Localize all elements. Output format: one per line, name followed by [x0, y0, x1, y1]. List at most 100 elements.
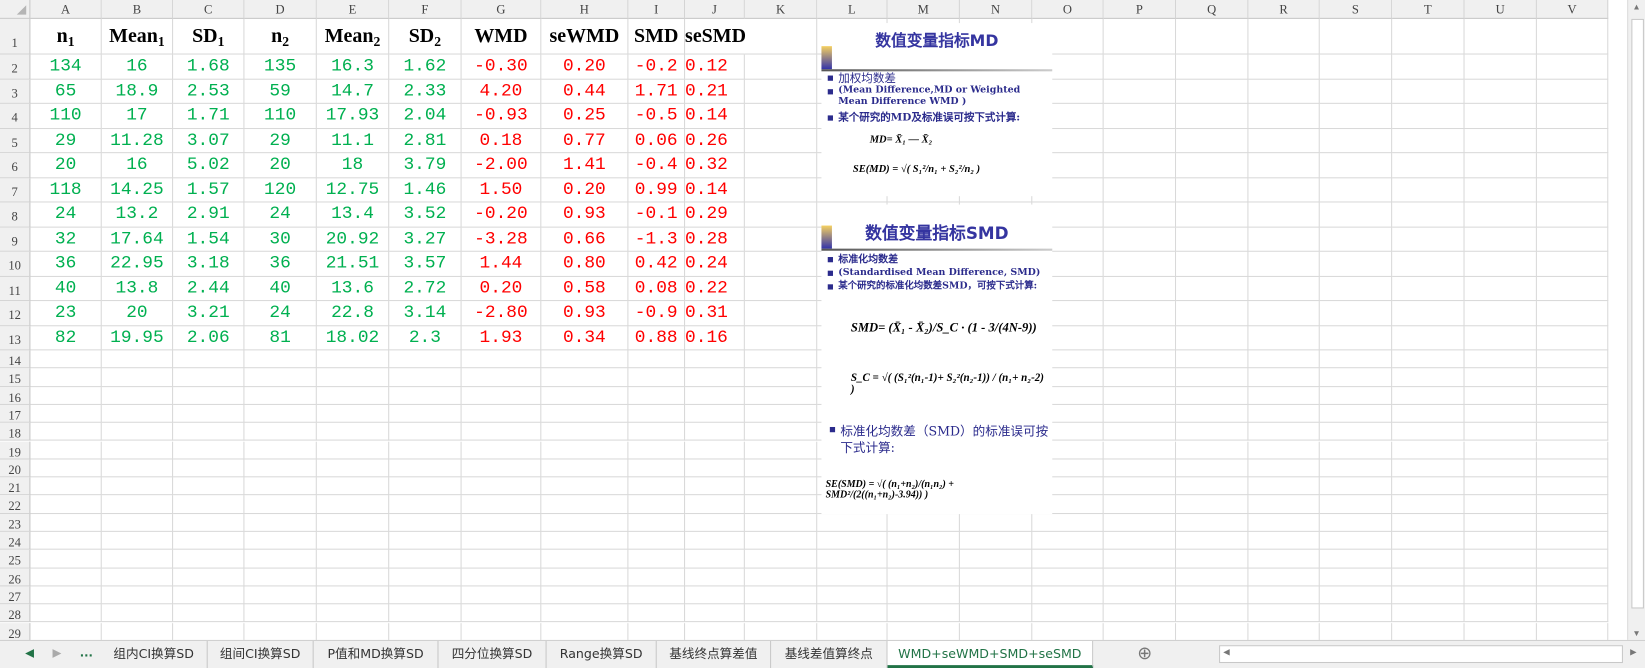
- cell-r10[interactable]: [1248, 251, 1320, 277]
- row-header-3[interactable]: 3: [0, 79, 31, 104]
- cell-m27[interactable]: [887, 586, 960, 605]
- cell-p8[interactable]: [1103, 202, 1177, 228]
- horizontal-scrollbar[interactable]: ◀ ▶: [1219, 645, 1637, 664]
- cell-n25[interactable]: [959, 550, 1033, 569]
- row-header-25[interactable]: 25: [0, 550, 31, 569]
- cell-o27[interactable]: [1032, 586, 1104, 605]
- cell-b2[interactable]: 16: [101, 54, 174, 80]
- cell-q29[interactable]: [1176, 622, 1249, 640]
- cell-p7[interactable]: [1103, 177, 1177, 203]
- cell-q2[interactable]: [1176, 54, 1249, 80]
- cell-c14[interactable]: [173, 350, 245, 369]
- cell-d27[interactable]: [244, 586, 317, 605]
- cell-s8[interactable]: [1319, 202, 1393, 228]
- cell-f7[interactable]: 1.46: [389, 177, 462, 203]
- cell-s17[interactable]: [1319, 404, 1393, 423]
- cell-u22[interactable]: [1464, 495, 1537, 514]
- cell-u11[interactable]: [1464, 276, 1537, 302]
- smd-formula-image[interactable]: 数值变量指标SMD 标准化均数差 (Standardised Mean Diff…: [821, 204, 1053, 515]
- cell-f8[interactable]: 3.52: [389, 202, 462, 228]
- cell-e8[interactable]: 13.4: [316, 202, 390, 228]
- cell-h25[interactable]: [541, 550, 629, 569]
- cell-h27[interactable]: [541, 586, 629, 605]
- cell-v1[interactable]: [1536, 18, 1609, 55]
- cell-q15[interactable]: [1176, 368, 1249, 387]
- cell-f16[interactable]: [389, 386, 462, 405]
- cell-u12[interactable]: [1464, 301, 1537, 326]
- cell-d7[interactable]: 120: [244, 177, 317, 203]
- cell-a5[interactable]: 29: [30, 128, 102, 154]
- cell-e24[interactable]: [316, 531, 390, 551]
- cell-i21[interactable]: [628, 477, 686, 496]
- row-header-10[interactable]: 10: [0, 251, 31, 277]
- cell-i9[interactable]: -1.3: [628, 227, 686, 252]
- sheet-tab[interactable]: 基线差值算终点: [771, 641, 888, 668]
- cell-p26[interactable]: [1103, 568, 1177, 587]
- cell-g11[interactable]: 0.20: [461, 276, 542, 302]
- cell-j15[interactable]: [685, 368, 745, 387]
- cell-j28[interactable]: [685, 604, 745, 623]
- cell-c29[interactable]: [173, 622, 245, 640]
- cell-b26[interactable]: [101, 568, 174, 587]
- cell-o24[interactable]: [1032, 531, 1104, 551]
- cell-i14[interactable]: [628, 350, 686, 369]
- cell-e9[interactable]: 20.92: [316, 227, 390, 252]
- cell-s7[interactable]: [1319, 177, 1393, 203]
- cell-k15[interactable]: [744, 368, 818, 387]
- cell-i15[interactable]: [628, 368, 686, 387]
- cell-r23[interactable]: [1248, 513, 1320, 532]
- column-header-v[interactable]: V: [1536, 0, 1609, 19]
- cell-i26[interactable]: [628, 568, 686, 587]
- cell-v27[interactable]: [1536, 586, 1609, 605]
- cell-i4[interactable]: -0.5: [628, 103, 686, 129]
- cell-c10[interactable]: 3.18: [173, 251, 245, 277]
- cell-e22[interactable]: [316, 495, 390, 514]
- cell-v11[interactable]: [1536, 276, 1609, 302]
- scroll-down-arrow-icon[interactable]: ▼: [1628, 628, 1645, 637]
- cell-r27[interactable]: [1248, 586, 1320, 605]
- cell-g16[interactable]: [461, 386, 542, 405]
- cell-e26[interactable]: [316, 568, 390, 587]
- cell-f9[interactable]: 3.27: [389, 227, 462, 252]
- cell-f18[interactable]: [389, 422, 462, 442]
- cell-v7[interactable]: [1536, 177, 1609, 203]
- cell-k19[interactable]: [744, 441, 818, 460]
- cell-q4[interactable]: [1176, 103, 1249, 129]
- cell-d5[interactable]: 29: [244, 128, 317, 154]
- cell-f28[interactable]: [389, 604, 462, 623]
- scroll-up-arrow-icon[interactable]: ▲: [1628, 2, 1645, 11]
- md-formula-image[interactable]: 数值变量指标MD 加权均数差 (Mean Difference,MD or We…: [821, 23, 1053, 197]
- cell-a20[interactable]: [30, 459, 102, 478]
- cell-f13[interactable]: 2.3: [389, 325, 462, 351]
- cell-u25[interactable]: [1464, 550, 1537, 569]
- cell-f24[interactable]: [389, 531, 462, 551]
- cell-c16[interactable]: [173, 386, 245, 405]
- cell-k28[interactable]: [744, 604, 818, 623]
- cell-b15[interactable]: [101, 368, 174, 387]
- cell-i22[interactable]: [628, 495, 686, 514]
- row-header-19[interactable]: 19: [0, 441, 31, 460]
- cell-s15[interactable]: [1319, 368, 1393, 387]
- cell-a10[interactable]: 36: [30, 251, 102, 277]
- cell-i24[interactable]: [628, 531, 686, 551]
- column-header-c[interactable]: C: [173, 0, 245, 19]
- cell-r18[interactable]: [1248, 422, 1320, 442]
- cell-s23[interactable]: [1319, 513, 1393, 532]
- cell-s6[interactable]: [1319, 153, 1393, 178]
- cell-q14[interactable]: [1176, 350, 1249, 369]
- cell-q11[interactable]: [1176, 276, 1249, 302]
- cell-r14[interactable]: [1248, 350, 1320, 369]
- column-header-d[interactable]: D: [244, 0, 317, 19]
- cell-l24[interactable]: [817, 531, 888, 551]
- cell-r6[interactable]: [1248, 153, 1320, 178]
- scrollbar-thumb[interactable]: [1631, 18, 1644, 609]
- cell-j10[interactable]: 0.24: [685, 251, 745, 277]
- cell-s3[interactable]: [1319, 79, 1393, 104]
- cell-c5[interactable]: 3.07: [173, 128, 245, 154]
- cell-d23[interactable]: [244, 513, 317, 532]
- cell-k4[interactable]: [744, 103, 818, 129]
- cell-h19[interactable]: [541, 441, 629, 460]
- cell-o23[interactable]: [1032, 513, 1104, 532]
- cell-u29[interactable]: [1464, 622, 1537, 640]
- cell-h15[interactable]: [541, 368, 629, 387]
